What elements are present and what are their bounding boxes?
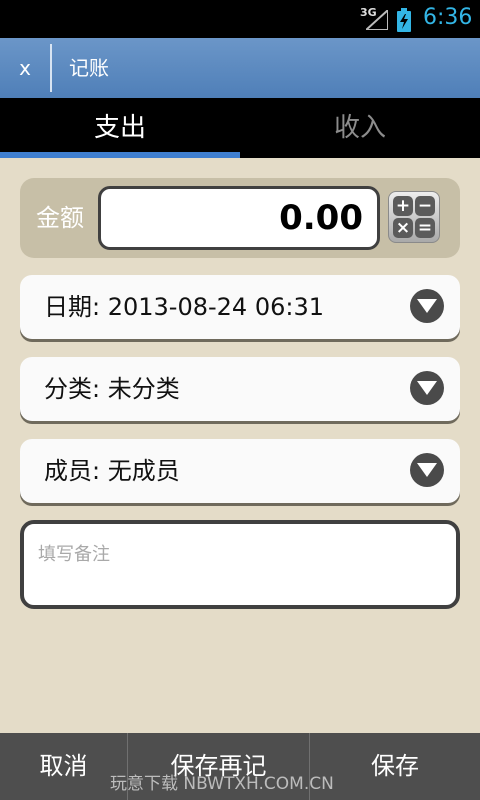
calc-key-multiply: × [393,218,413,238]
category-selector[interactable]: 分类: 未分类 [20,357,460,421]
action-bar-divider [50,44,52,92]
amount-value: 0.00 [279,198,363,238]
calc-key-equals: = [415,218,435,238]
action-bar: x 记账 [0,38,480,98]
status-bar: 3G 6:36 [0,0,480,38]
amount-row: 金额 0.00 + − × = [20,178,460,258]
clock: 6:36 [423,5,473,30]
battery-charging-icon [397,8,411,32]
calc-key-minus: − [415,196,435,216]
tab-expense[interactable]: 支出 [0,98,240,158]
calc-key-plus: + [393,196,413,216]
amount-input[interactable]: 0.00 [98,186,380,250]
member-selector[interactable]: 成员: 无成员 [20,439,460,503]
member-value: 成员: 无成员 [44,457,180,485]
note-placeholder: 填写备注 [38,544,110,565]
save-button[interactable]: 保存 [310,733,480,800]
note-input[interactable]: 填写备注 [20,520,460,609]
calculator-button[interactable]: + − × = [388,191,440,243]
category-value: 分类: 未分类 [44,375,180,403]
watermark: 玩意下载 NBWTXH.COM.CN [110,774,334,794]
bottom-action-bar: 取消 保存再记 保存 玩意下载 NBWTXH.COM.CN [0,733,480,800]
tab-bar: 支出 收入 [0,98,480,158]
signal-icon [366,10,388,30]
page-title: 记账 [69,56,109,80]
dropdown-arrow-icon [410,453,444,487]
date-selector[interactable]: 日期: 2013-08-24 06:31 [20,275,460,339]
cancel-button[interactable]: 取消 [0,733,127,800]
dropdown-arrow-icon [410,289,444,323]
tab-selected-indicator [0,152,240,158]
close-button[interactable]: x [0,38,50,98]
amount-label: 金额 [36,204,84,232]
dropdown-arrow-icon [410,371,444,405]
tab-income[interactable]: 收入 [240,98,480,158]
date-value: 日期: 2013-08-24 06:31 [44,293,324,321]
